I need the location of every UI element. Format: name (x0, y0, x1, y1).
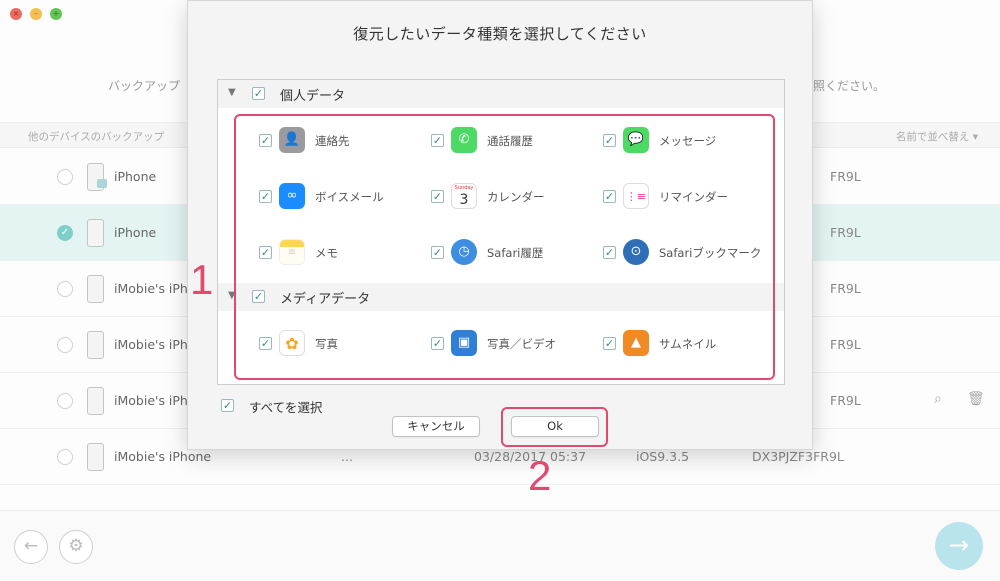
disclosure-triangle-icon[interactable]: ▼ (228, 87, 236, 98)
other-device-backups-label: 他のデバイスのバックアップ (28, 131, 165, 143)
serial-number: FR9L (830, 337, 861, 352)
backup-prompt-text-end: 照ください。 (813, 79, 886, 93)
settings-gear-icon[interactable]: ⚙ (59, 530, 93, 564)
minimize-window-button[interactable]: – (30, 8, 42, 20)
ios-version: iOS9.3.5 (636, 449, 690, 464)
annotation-box-data-types (234, 114, 775, 380)
select-all-checkbox[interactable]: ✓ (221, 399, 234, 412)
iphone-icon (87, 443, 104, 471)
serial-number: FR9L (830, 393, 861, 408)
serial-number: FR9L (830, 225, 861, 240)
cancel-button[interactable]: キャンセル (392, 416, 480, 437)
serial-number: FR9L (830, 281, 861, 296)
row-radio-checked[interactable]: ✓ (57, 225, 73, 241)
backup-prompt-text: バックアップ (108, 79, 181, 93)
back-arrow-icon[interactable]: ← (14, 530, 48, 564)
annotation-number-2: 2 (528, 452, 552, 499)
select-all-label: すべてを選択 (249, 400, 323, 415)
personal-data-checkbox[interactable]: ✓ (252, 87, 265, 100)
category-personal-data[interactable]: ▼ ✓ 個人データ (218, 80, 784, 108)
device-name: iMobie's iPhone (114, 449, 212, 464)
close-window-button[interactable]: × (10, 8, 22, 20)
iphone-icon (87, 219, 104, 247)
device-name: iPhone (114, 225, 157, 240)
lock-icon (97, 179, 107, 188)
category-label: 個人データ (280, 89, 346, 104)
serial-number: DX3PJZF3FR9L (752, 449, 844, 464)
iphone-icon (87, 387, 104, 415)
search-icon[interactable]: ⌕ (934, 391, 942, 407)
row-radio[interactable] (57, 337, 73, 353)
row-radio[interactable] (57, 393, 73, 409)
row-radio[interactable] (57, 169, 73, 185)
iphone-icon (87, 275, 104, 303)
bottom-toolbar: ← ⚙ → (0, 510, 1000, 581)
iphone-icon (87, 331, 104, 359)
backup-size: ... (341, 449, 353, 464)
dialog-title: 復元したいデータ種類を選択してください (353, 25, 647, 43)
next-arrow-button[interactable]: → (935, 522, 983, 570)
device-name: iMobie's iPho (114, 393, 196, 408)
device-name: iPhone (114, 169, 157, 184)
device-name: iMobie's iPho (114, 281, 196, 296)
row-radio[interactable] (57, 281, 73, 297)
sort-by-name-dropdown[interactable]: 名前で並べ替え ▾ (896, 129, 978, 144)
row-radio[interactable] (57, 449, 73, 465)
maximize-window-button[interactable]: + (50, 8, 62, 20)
iphone-icon (87, 163, 107, 191)
trash-icon[interactable]: 🗑 (967, 391, 985, 407)
device-name: iMobie's iPho (114, 337, 196, 352)
serial-number: FR9L (830, 169, 861, 184)
annotation-box-ok (501, 407, 608, 447)
annotation-number-1: 1 (190, 256, 214, 303)
